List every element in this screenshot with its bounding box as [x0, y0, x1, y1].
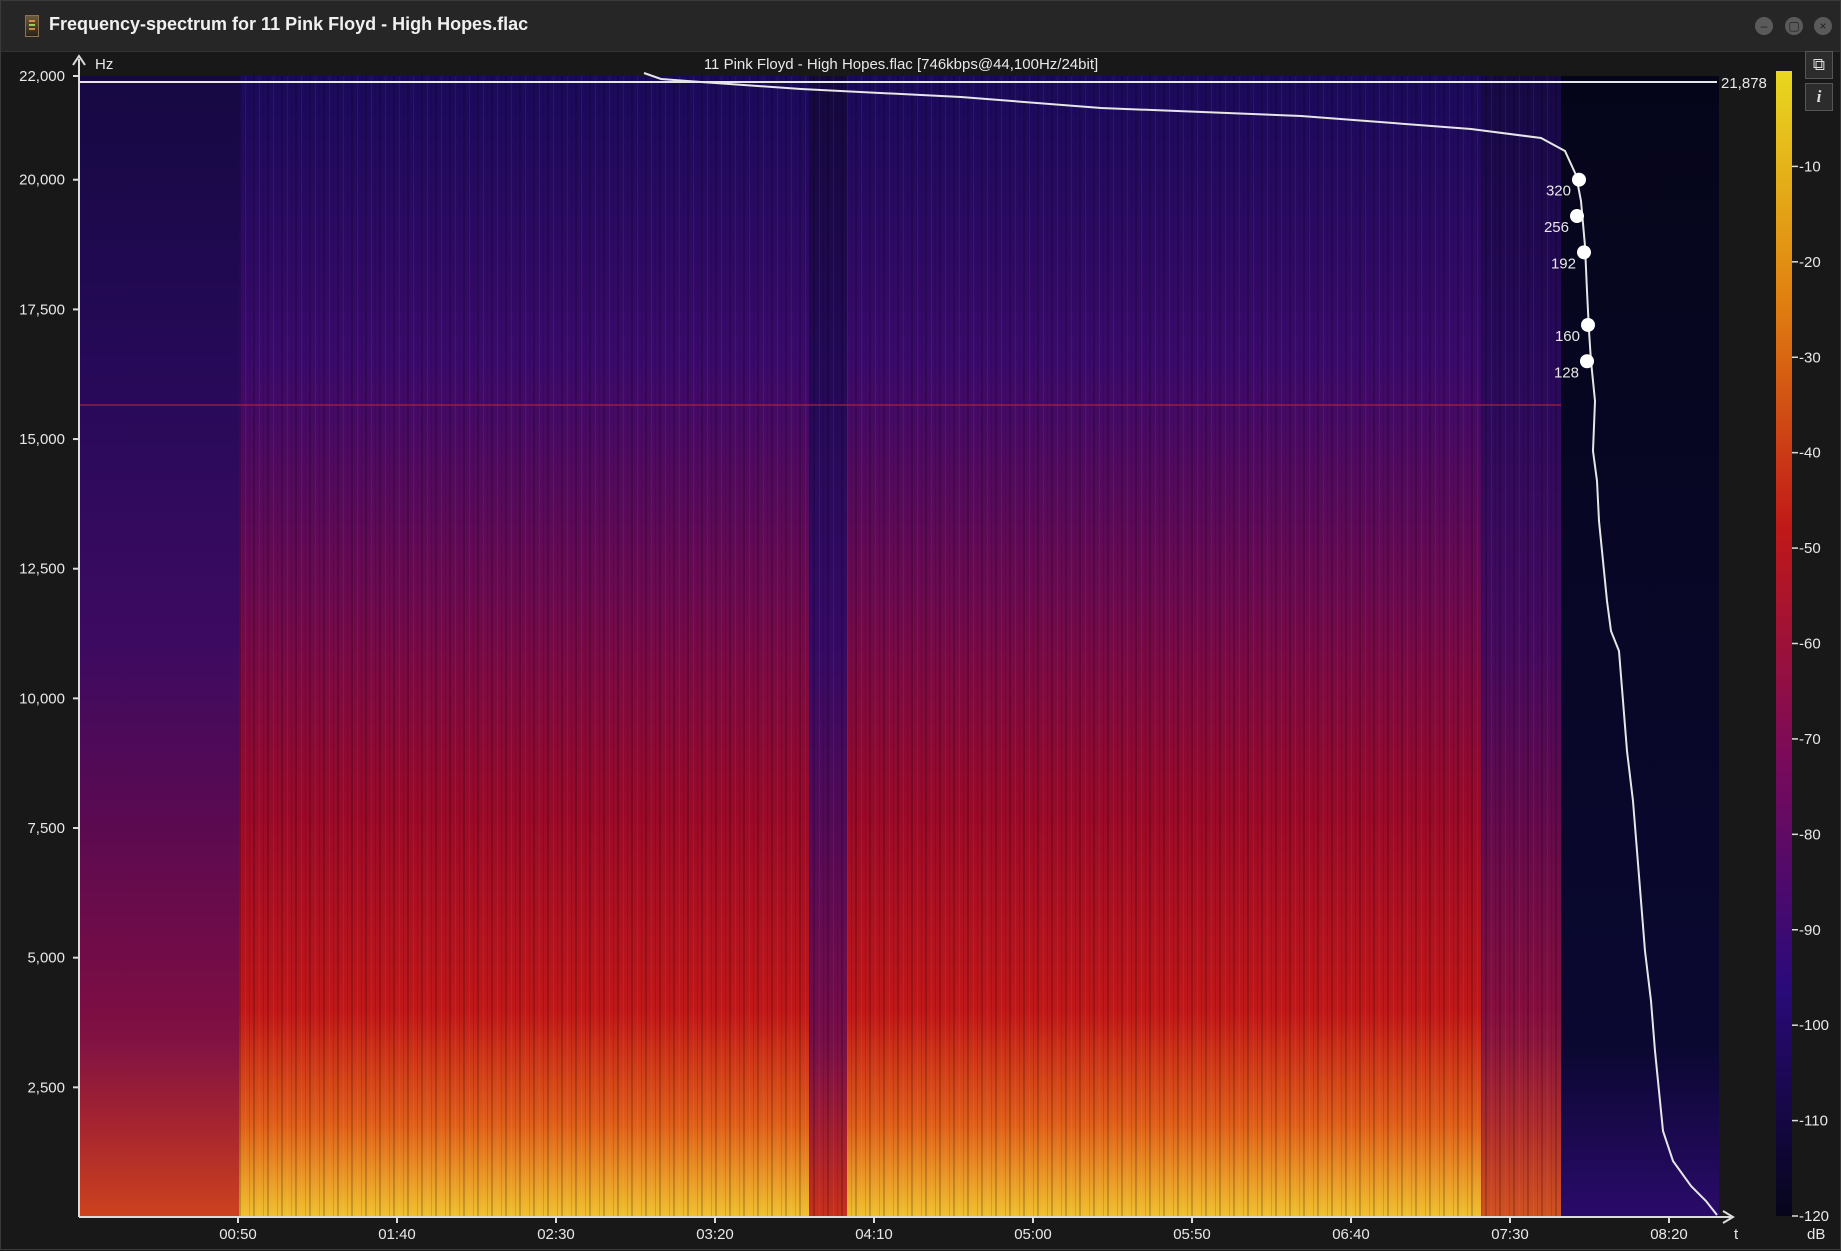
app-icon [25, 15, 39, 37]
x-tick-label: 06:40 [1332, 1226, 1370, 1243]
x-axis-ticks: 00:50 01:40 02:30 03:20 04:10 05:00 05:50 06:40… [219, 1217, 1688, 1243]
y-tick-label: 2,500 [27, 1079, 65, 1096]
bitrate-marker [1577, 245, 1591, 260]
y-unit-label: Hz [95, 56, 113, 73]
bitrate-marker-label: 192 [1551, 255, 1576, 272]
y-tick-label: 22,000 [19, 68, 65, 85]
y-axis-ticks: 22,000 20,000 17,500 15,000 12,500 10,000 7,50… [19, 68, 79, 1096]
x-tick-label: 05:00 [1014, 1226, 1052, 1243]
x-tick-label: 04:10 [855, 1226, 893, 1243]
bitrate-marker-label: 160 [1555, 328, 1580, 345]
window-title: Frequency-spectrum for 11 Pink Floyd - H… [49, 14, 529, 34]
colorbar-unit: dB [1807, 1226, 1825, 1243]
bitrate-marker-label: 320 [1546, 183, 1571, 200]
cutoff-label: 21,878 [1721, 75, 1767, 92]
bitrate-marker [1581, 317, 1595, 332]
y-tick-label: 7,500 [27, 820, 65, 837]
y-tick-label: 5,000 [27, 950, 65, 967]
colorbar-ticks: -10 -20 -30 -40 -50 -60 -70 -80 -90 -100 -110 -120 [1792, 158, 1829, 1225]
spectrogram-chart: 22,000 20,000 17,500 15,000 12,500 10,000 7,50… [19, 54, 1829, 1243]
colorbar-tick-label: -60 [1799, 636, 1821, 653]
colorbar-tick-label: -110 [1799, 1113, 1828, 1130]
maximize-button[interactable]: ▢ [1785, 17, 1803, 35]
y-tick-label: 15,000 [19, 431, 65, 448]
colorbar-tick-label: -50 [1799, 540, 1821, 557]
info-icon[interactable]: i [1805, 83, 1833, 111]
x-tick-label: 05:50 [1173, 1226, 1211, 1243]
x-tick-label: 08:20 [1650, 1226, 1688, 1243]
x-tick-label: 01:40 [378, 1226, 416, 1243]
bitrate-marker-label: 128 [1554, 364, 1579, 381]
y-tick-label: 10,000 [19, 690, 65, 707]
x-tick-label: 03:20 [696, 1226, 734, 1243]
colorbar-tick-label: -70 [1799, 731, 1821, 748]
y-tick-label: 12,500 [19, 561, 65, 578]
y-tick-label: 20,000 [19, 172, 65, 189]
colorbar [1776, 71, 1792, 1216]
spectrum-window: Frequency-spectrum for 11 Pink Floyd - H… [0, 0, 1841, 1250]
colorbar-tick-label: -20 [1799, 254, 1821, 271]
x-tick-label: 07:30 [1491, 1226, 1529, 1243]
x-tick-label: 02:30 [537, 1226, 575, 1243]
y-tick-label: 17,500 [19, 301, 65, 318]
colorbar-tick-label: -30 [1799, 349, 1821, 366]
colorbar-tick-label: -40 [1799, 445, 1821, 462]
spectrogram-image [79, 76, 1719, 1216]
title-bar[interactable]: Frequency-spectrum for 11 Pink Floyd - H… [1, 1, 1840, 52]
file-info-label: 11 Pink Floyd - High Hopes.flac [746kbps… [704, 56, 1098, 73]
close-button[interactable]: × [1814, 17, 1832, 35]
bitrate-marker-label: 256 [1544, 219, 1569, 236]
colorbar-tick-label: -10 [1799, 158, 1821, 175]
colorbar-tick-label: -80 [1799, 826, 1821, 843]
colorbar-tick-label: -90 [1799, 922, 1821, 939]
minimize-button[interactable]: – [1755, 17, 1773, 35]
colorbar-tick-label: -100 [1799, 1017, 1829, 1034]
bitrate-marker [1572, 172, 1586, 187]
colorbar-tick-label: -120 [1799, 1208, 1829, 1225]
open-external-icon[interactable]: ⧉ [1805, 51, 1833, 79]
bitrate-marker [1580, 354, 1594, 369]
bitrate-marker [1570, 209, 1584, 224]
x-unit-label: t [1734, 1226, 1739, 1243]
x-tick-label: 00:50 [219, 1226, 257, 1243]
